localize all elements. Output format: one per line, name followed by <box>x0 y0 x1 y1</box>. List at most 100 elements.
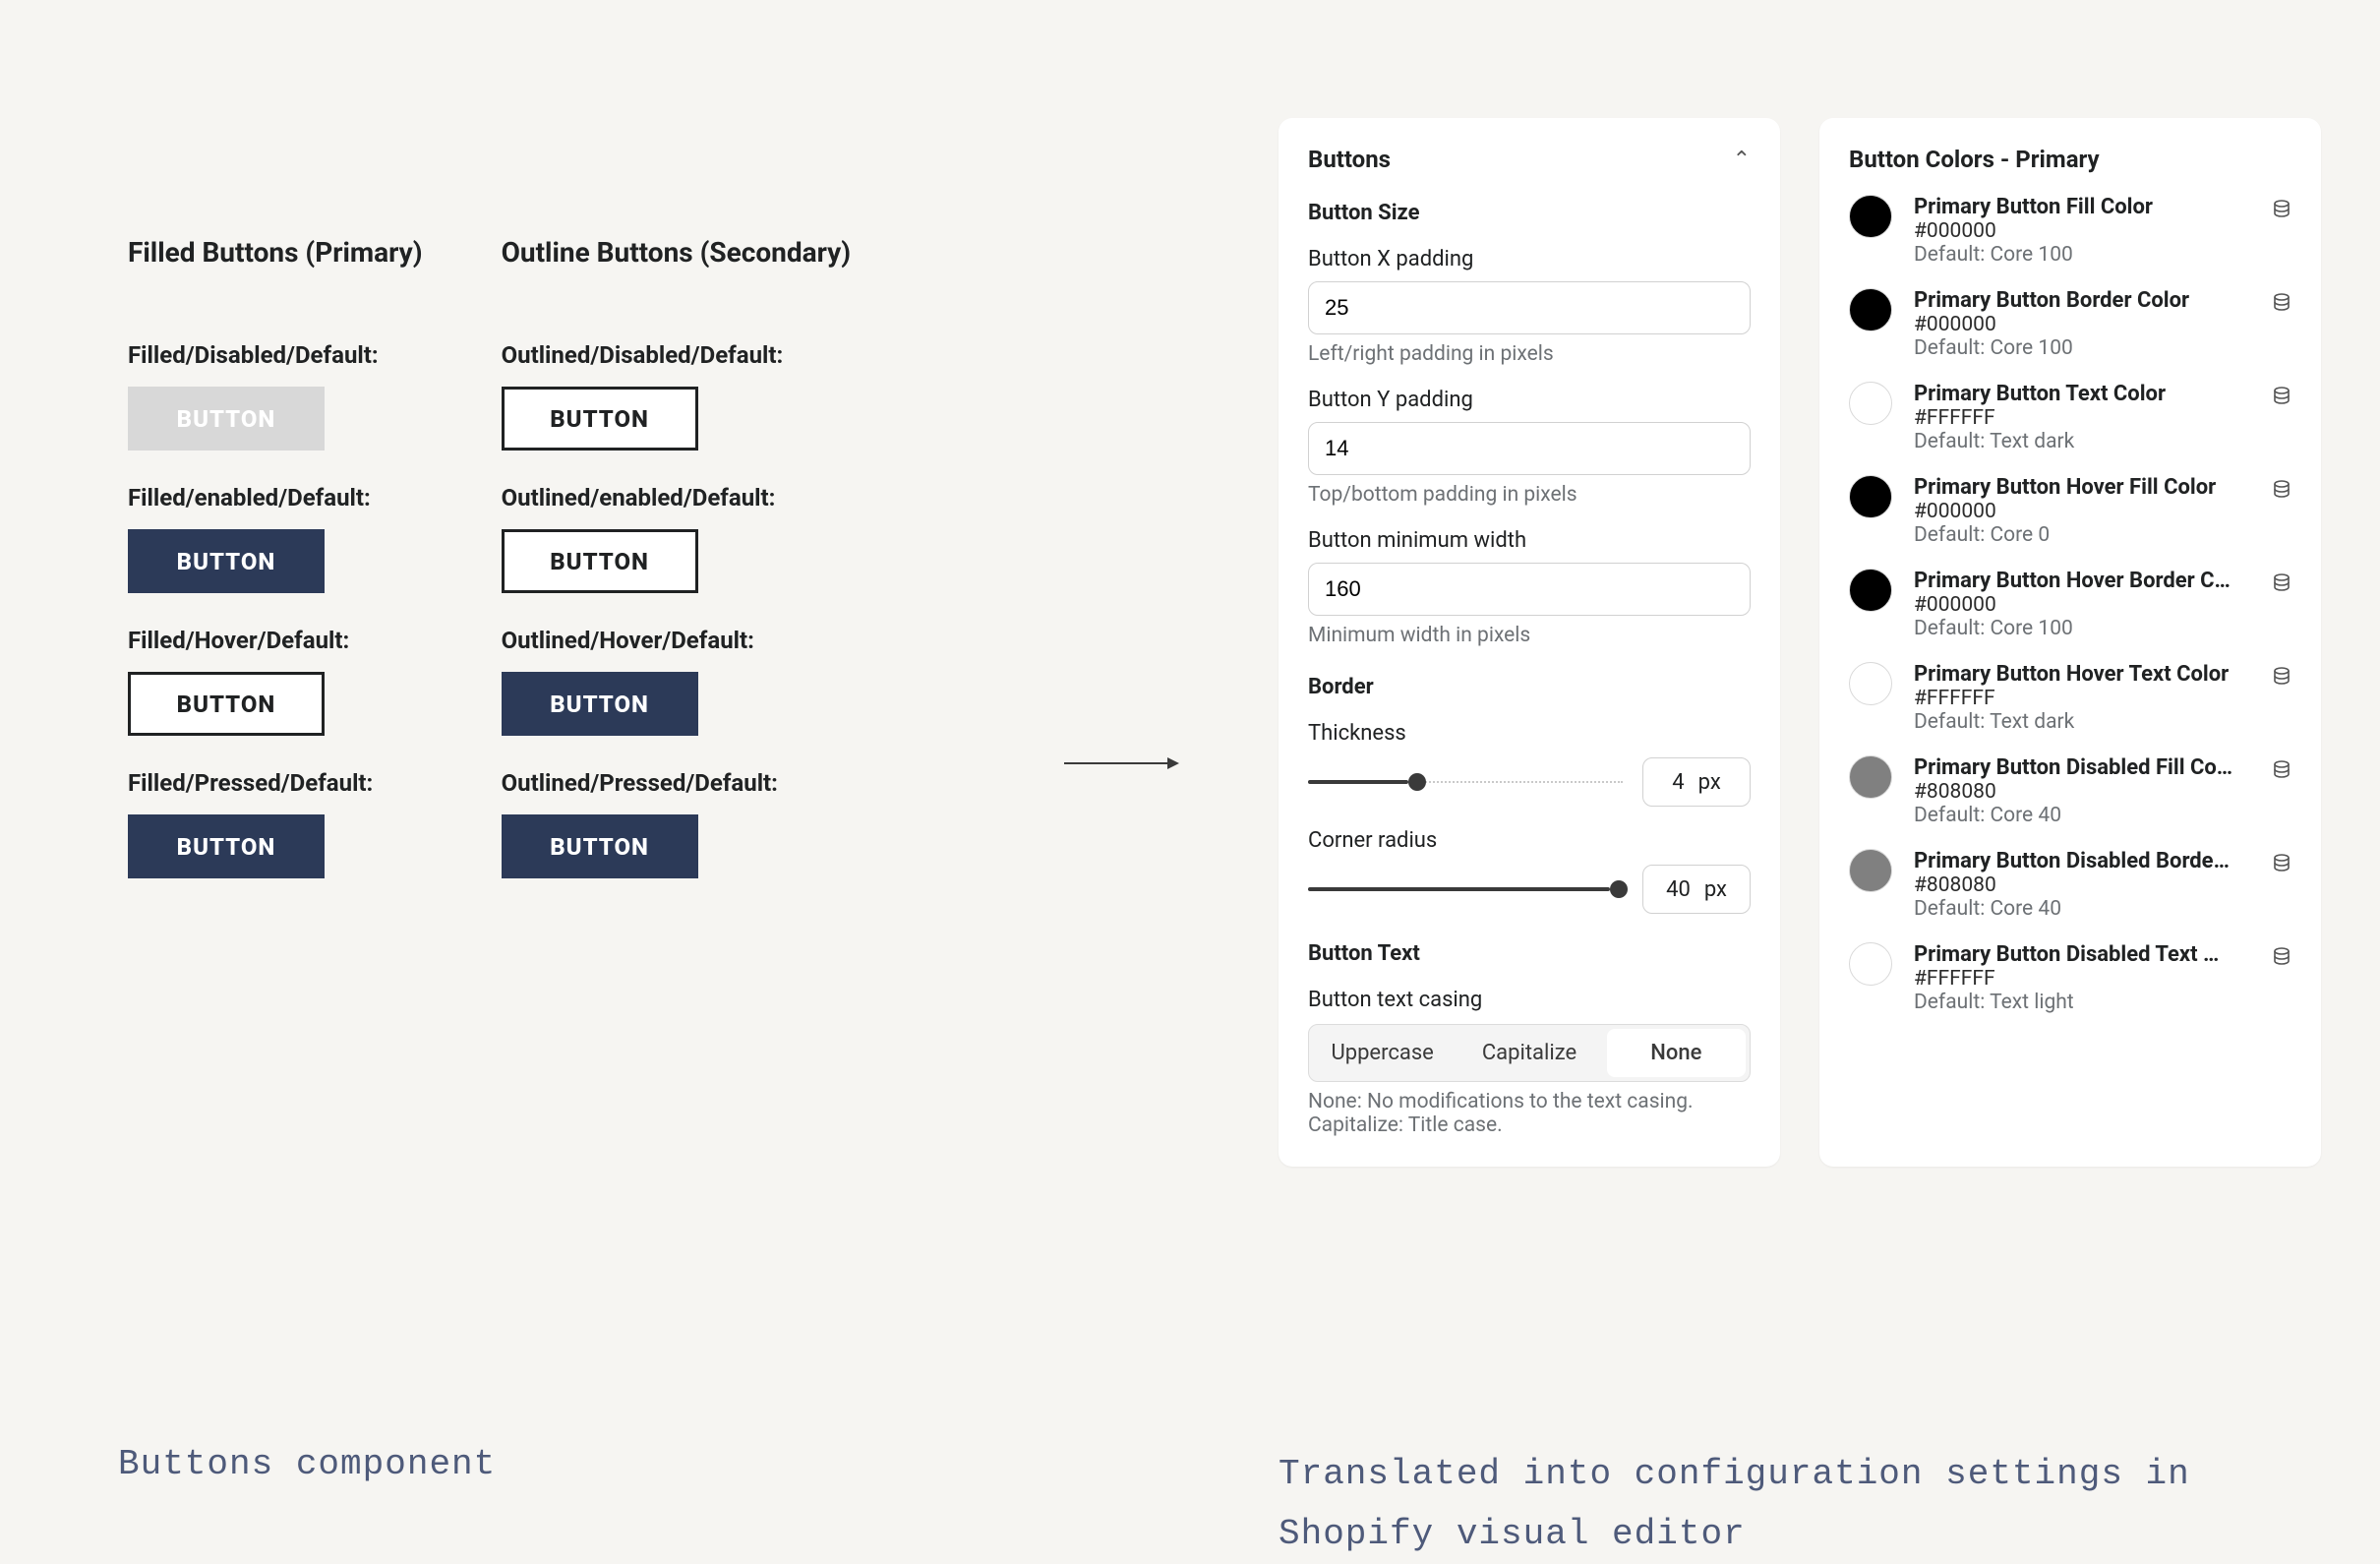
color-row[interactable]: Primary Button Border Color#000000Defaul… <box>1849 288 2291 360</box>
filled-pressed-label: Filled/Pressed/Default: <box>128 769 373 797</box>
min-width-input[interactable] <box>1308 563 1751 616</box>
panel2-title: Button Colors - Primary <box>1849 146 2291 173</box>
filled-pressed-button[interactable]: BUTTON <box>128 814 325 878</box>
color-default: Default: Text dark <box>1914 430 2250 453</box>
casing-option-capitalize[interactable]: Capitalize <box>1459 1029 1598 1077</box>
database-icon[interactable] <box>2272 479 2291 499</box>
casing-option-uppercase[interactable]: Uppercase <box>1313 1029 1452 1077</box>
min-width-help: Minimum width in pixels <box>1308 624 1751 647</box>
chevron-up-icon[interactable]: ⌃ <box>1733 148 1751 172</box>
color-default: Default: Core 100 <box>1914 617 2250 640</box>
color-name: Primary Button Disabled Borde… <box>1914 849 2250 873</box>
color-swatch[interactable] <box>1849 382 1892 425</box>
buttons-showcase: Filled Buttons (Primary) Filled/Disabled… <box>128 236 1062 878</box>
casing-segmented-control[interactable]: Uppercase Capitalize None <box>1308 1024 1751 1082</box>
button-text-header: Button Text <box>1308 941 1751 966</box>
outlined-disabled-label: Outlined/Disabled/Default: <box>502 341 784 369</box>
outlined-disabled-button[interactable]: BUTTON <box>502 387 698 451</box>
outlined-hover-label: Outlined/Hover/Default: <box>502 627 754 654</box>
thickness-value: 4 <box>1672 770 1684 795</box>
database-icon[interactable] <box>2272 386 2291 405</box>
x-padding-label: Button X padding <box>1308 247 1751 271</box>
button-colors-panel: Button Colors - Primary Primary Button F… <box>1819 118 2321 1167</box>
color-swatch[interactable] <box>1849 195 1892 238</box>
color-meta: Primary Button Text Color#FFFFFFDefault:… <box>1914 382 2250 453</box>
color-meta: Primary Button Border Color#000000Defaul… <box>1914 288 2250 360</box>
color-hex: #FFFFFF <box>1914 967 2250 991</box>
casing-option-none[interactable]: None <box>1607 1029 1746 1077</box>
color-row[interactable]: Primary Button Hover Fill Color#000000De… <box>1849 475 2291 547</box>
radius-slider[interactable] <box>1308 879 1623 899</box>
database-icon[interactable] <box>2272 666 2291 686</box>
color-hex: #808080 <box>1914 780 2250 804</box>
outlined-pressed-button[interactable]: BUTTON <box>502 814 698 878</box>
color-swatch[interactable] <box>1849 569 1892 612</box>
color-row[interactable]: Primary Button Hover Text Color#FFFFFFDe… <box>1849 662 2291 734</box>
color-swatch[interactable] <box>1849 662 1892 705</box>
filled-hover-button[interactable]: BUTTON <box>128 672 325 736</box>
thickness-slider[interactable] <box>1308 772 1623 792</box>
color-meta: Primary Button Disabled Fill Co…#808080D… <box>1914 755 2250 827</box>
color-name: Primary Button Hover Text Color <box>1914 662 2250 687</box>
color-row[interactable]: Primary Button Text Color#FFFFFFDefault:… <box>1849 382 2291 453</box>
color-swatch[interactable] <box>1849 475 1892 518</box>
filled-disabled-label: Filled/Disabled/Default: <box>128 341 379 369</box>
color-name: Primary Button Fill Color <box>1914 195 2250 219</box>
x-padding-help: Left/right padding in pixels <box>1308 342 1751 366</box>
color-row[interactable]: Primary Button Disabled Text …#FFFFFFDef… <box>1849 942 2291 1014</box>
filled-enabled-label: Filled/enabled/Default: <box>128 484 371 511</box>
radius-label: Corner radius <box>1308 828 1751 853</box>
thickness-unit: px <box>1698 770 1721 795</box>
buttons-settings-panel: Buttons ⌃ Button Size Button X padding L… <box>1279 118 1780 1167</box>
y-padding-label: Button Y padding <box>1308 388 1751 412</box>
color-default: Default: Core 100 <box>1914 243 2250 267</box>
radius-value-box[interactable]: 40 px <box>1642 865 1751 914</box>
color-row[interactable]: Primary Button Hover Border C…#000000Def… <box>1849 569 2291 640</box>
color-row[interactable]: Primary Button Disabled Fill Co…#808080D… <box>1849 755 2291 827</box>
color-swatch[interactable] <box>1849 849 1892 892</box>
color-row[interactable]: Primary Button Disabled Borde…#808080Def… <box>1849 849 2291 921</box>
casing-help: None: No modifications to the text casin… <box>1308 1090 1751 1137</box>
database-icon[interactable] <box>2272 946 2291 966</box>
outline-column: Outline Buttons (Secondary) Outlined/Dis… <box>502 236 851 878</box>
color-swatch[interactable] <box>1849 942 1892 986</box>
radius-value: 40 <box>1666 877 1691 902</box>
color-hex: #000000 <box>1914 593 2250 617</box>
x-padding-input[interactable] <box>1308 281 1751 334</box>
database-icon[interactable] <box>2272 199 2291 218</box>
y-padding-input[interactable] <box>1308 422 1751 475</box>
color-swatch[interactable] <box>1849 288 1892 331</box>
panel1-title: Buttons <box>1308 146 1391 173</box>
caption-left: Buttons component <box>118 1444 496 1484</box>
color-name: Primary Button Disabled Fill Co… <box>1914 755 2250 780</box>
database-icon[interactable] <box>2272 853 2291 872</box>
thickness-value-box[interactable]: 4 px <box>1642 757 1751 807</box>
database-icon[interactable] <box>2272 759 2291 779</box>
database-icon[interactable] <box>2272 292 2291 312</box>
color-name: Primary Button Hover Border C… <box>1914 569 2250 593</box>
arrow-icon <box>1064 762 1177 764</box>
color-row[interactable]: Primary Button Fill Color#000000Default:… <box>1849 195 2291 267</box>
color-hex: #000000 <box>1914 500 2250 523</box>
color-hex: #FFFFFF <box>1914 406 2250 430</box>
color-meta: Primary Button Hover Fill Color#000000De… <box>1914 475 2250 547</box>
filled-disabled-button[interactable]: BUTTON <box>128 387 325 451</box>
color-meta: Primary Button Disabled Borde…#808080Def… <box>1914 849 2250 921</box>
casing-label: Button text casing <box>1308 988 1751 1012</box>
border-header: Border <box>1308 675 1751 699</box>
database-icon[interactable] <box>2272 572 2291 592</box>
color-name: Primary Button Disabled Text … <box>1914 942 2250 967</box>
color-default: Default: Core 100 <box>1914 336 2250 360</box>
color-meta: Primary Button Fill Color#000000Default:… <box>1914 195 2250 267</box>
color-name: Primary Button Border Color <box>1914 288 2250 313</box>
filled-enabled-button[interactable]: BUTTON <box>128 529 325 593</box>
min-width-label: Button minimum width <box>1308 528 1751 553</box>
outlined-enabled-label: Outlined/enabled/Default: <box>502 484 776 511</box>
filled-column: Filled Buttons (Primary) Filled/Disabled… <box>128 236 423 878</box>
color-swatch[interactable] <box>1849 755 1892 799</box>
outlined-hover-button[interactable]: BUTTON <box>502 672 698 736</box>
filled-title: Filled Buttons (Primary) <box>128 236 423 269</box>
outlined-pressed-label: Outlined/Pressed/Default: <box>502 769 778 797</box>
outlined-enabled-button[interactable]: BUTTON <box>502 529 698 593</box>
color-meta: Primary Button Hover Border C…#000000Def… <box>1914 569 2250 640</box>
